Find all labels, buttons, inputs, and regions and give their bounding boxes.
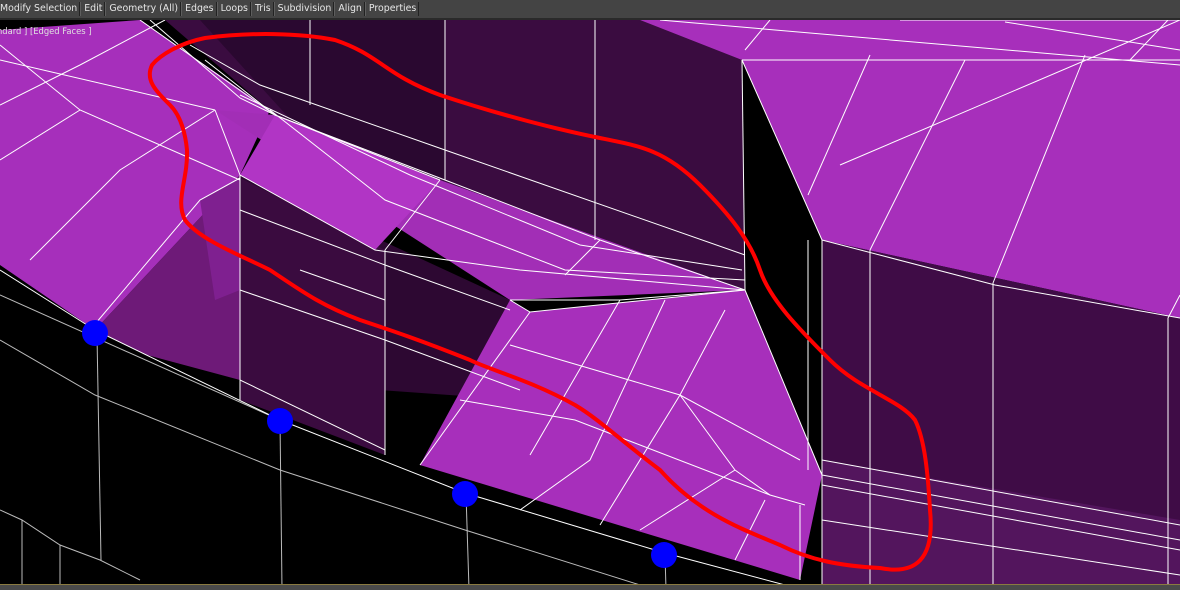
viewport-scene[interactable] — [0, 20, 1180, 589]
vertex-marker[interactable] — [651, 542, 677, 568]
ribbon-tab-geometry-all[interactable]: Geometry (All) — [105, 2, 182, 16]
viewport-label: ndard ] [Edged Faces ] — [0, 26, 92, 36]
vertex-marker[interactable] — [82, 320, 108, 346]
ribbon-tab-properties[interactable]: Properties — [364, 2, 420, 16]
ribbon-tab-align[interactable]: Align — [334, 2, 365, 16]
viewport-bottom-bar — [0, 584, 1180, 590]
modeling-ribbon: Modify Selection Edit Geometry (All) Edg… — [0, 0, 1180, 20]
ribbon-tab-edges[interactable]: Edges — [181, 2, 217, 16]
ribbon-tab-edit[interactable]: Edit — [80, 2, 106, 16]
ribbon-tab-loops[interactable]: Loops — [216, 2, 251, 16]
ribbon-tab-tris[interactable]: Tris — [250, 2, 274, 16]
viewport[interactable] — [0, 20, 1180, 589]
vertex-marker[interactable] — [267, 408, 293, 434]
ribbon-tab-modify-selection[interactable]: Modify Selection — [0, 2, 81, 16]
vertex-marker[interactable] — [452, 481, 478, 507]
ribbon-tab-subdivision[interactable]: Subdivision — [273, 2, 335, 16]
